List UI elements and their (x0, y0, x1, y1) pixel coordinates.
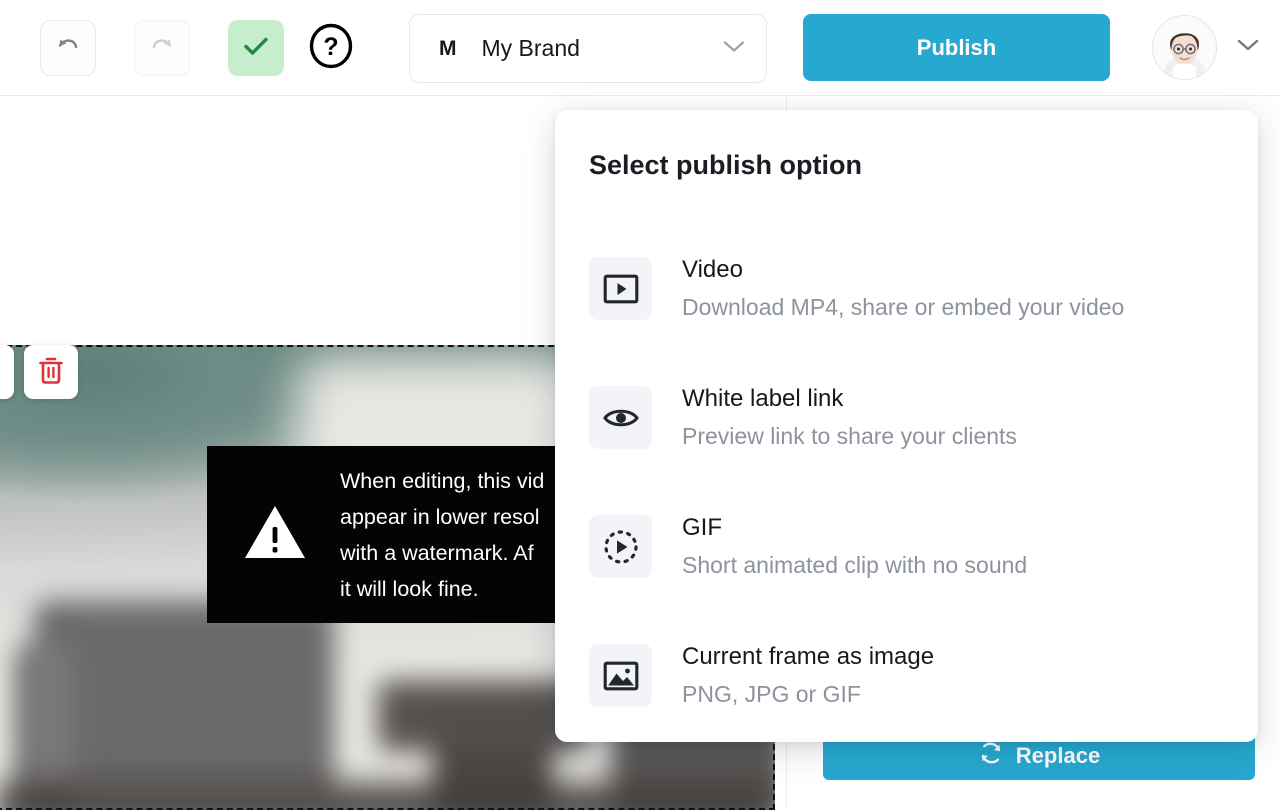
publish-button[interactable]: Publish (803, 14, 1110, 81)
avatar[interactable] (1152, 15, 1217, 80)
svg-text:?: ? (323, 33, 338, 61)
video-editor-app: ? M My Brand Publish When editing, this … (0, 0, 1280, 810)
trash-icon (36, 354, 66, 391)
publish-option-description: Download MP4, share or embed your video (682, 293, 1125, 320)
publish-option-label: Video (682, 255, 743, 283)
publish-option-description: Short animated clip with no sound (682, 551, 1028, 578)
image-icon (589, 644, 652, 707)
refresh-icon (978, 740, 1004, 772)
warning-triangle-icon (243, 503, 307, 566)
publish-option-text: GIF Short animated clip with no sound (682, 511, 1027, 583)
publish-options-list: Video Download MP4, share or embed your … (555, 224, 1258, 740)
background-blur-shape (0, 785, 775, 810)
brand-selector[interactable]: M My Brand (409, 14, 767, 83)
top-toolbar: ? M My Brand Publish (0, 0, 1280, 96)
gif-play-icon (589, 515, 652, 578)
video-play-icon (589, 257, 652, 320)
publish-option-white-label-link[interactable]: White label link Preview link to share y… (555, 353, 1258, 482)
check-icon (242, 34, 270, 63)
saved-status-button[interactable] (228, 20, 284, 76)
help-button[interactable]: ? (303, 20, 359, 76)
replace-button-label: Replace (1015, 743, 1101, 768)
undo-button[interactable] (40, 20, 96, 76)
publish-option-description: PNG, JPG or GIF (682, 680, 861, 707)
background-blur-shape (34, 601, 334, 801)
brand-name: My Brand (481, 35, 580, 61)
publish-option-text: Video Download MP4, share or embed your … (682, 253, 1124, 325)
redo-button[interactable] (134, 20, 190, 76)
undo-arrow-icon (55, 34, 81, 63)
publish-option-current-frame[interactable]: Current frame as image PNG, JPG or GIF (555, 611, 1258, 740)
publish-options-menu: Select publish option Video Download MP4… (555, 110, 1258, 742)
publish-option-text: White label link Preview link to share y… (682, 382, 1017, 454)
publish-menu-title: Select publish option (589, 150, 863, 180)
canvas-tool-partial[interactable] (0, 345, 14, 399)
account-menu-chevron-down-icon[interactable] (1235, 37, 1261, 58)
publish-option-gif[interactable]: GIF Short animated clip with no sound (555, 482, 1258, 611)
brand-initial: M (439, 36, 457, 60)
publish-option-video[interactable]: Video Download MP4, share or embed your … (555, 224, 1258, 353)
publish-option-text: Current frame as image PNG, JPG or GIF (682, 640, 934, 712)
eye-icon (589, 386, 652, 449)
publish-option-label: White label link (682, 384, 844, 412)
publish-option-label: GIF (682, 513, 722, 541)
question-mark-icon: ? (309, 23, 353, 74)
publish-option-description: Preview link to share your clients (682, 422, 1017, 449)
redo-arrow-icon (149, 34, 175, 63)
publish-option-label: Current frame as image (682, 642, 935, 670)
delete-button[interactable] (24, 345, 78, 399)
watermark-notice-text: When editing, this vid appear in lower r… (340, 468, 545, 601)
chevron-down-icon (722, 39, 746, 58)
user-avatar-icon (1153, 16, 1216, 79)
